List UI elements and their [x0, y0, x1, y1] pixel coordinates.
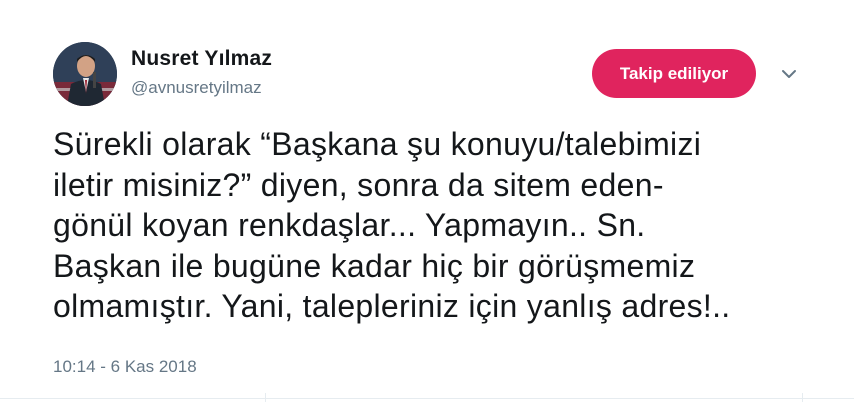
tweet-text-line: gönül koyan renkdaşlar... Yapmayın.. Sn.: [53, 207, 646, 243]
divider: [802, 393, 803, 402]
author-name[interactable]: Nusret Yılmaz: [131, 47, 272, 71]
divider: [0, 398, 854, 399]
avatar[interactable]: [53, 42, 117, 106]
tweet-text-line: iletir misiniz?” diyen, sonra da sitem e…: [53, 166, 664, 203]
tweet-timestamp[interactable]: 10:14 - 6 Kas 2018: [53, 357, 197, 377]
tweet-text-line: Başkan ile bugüne kadar hiç bir görüşmem…: [53, 247, 696, 284]
following-button[interactable]: Takip ediliyor: [592, 49, 756, 98]
tweet-text-line: olmamıştır. Yani, talepleriniz için yanl…: [53, 288, 731, 324]
profile-photo-icon: [53, 42, 117, 106]
divider: [265, 393, 266, 402]
author-handle[interactable]: @avnusretyilmaz: [131, 78, 262, 98]
tweet-text: Sürekli olarak “Başkana şu konuyu/talebi…: [53, 124, 813, 327]
chevron-down-icon[interactable]: [779, 64, 799, 84]
tweet-card: Nusret Yılmaz @avnusretyilmaz Takip edil…: [0, 0, 854, 402]
tweet-text-line: Sürekli olarak “Başkana şu konuyu/talebi…: [53, 126, 702, 162]
